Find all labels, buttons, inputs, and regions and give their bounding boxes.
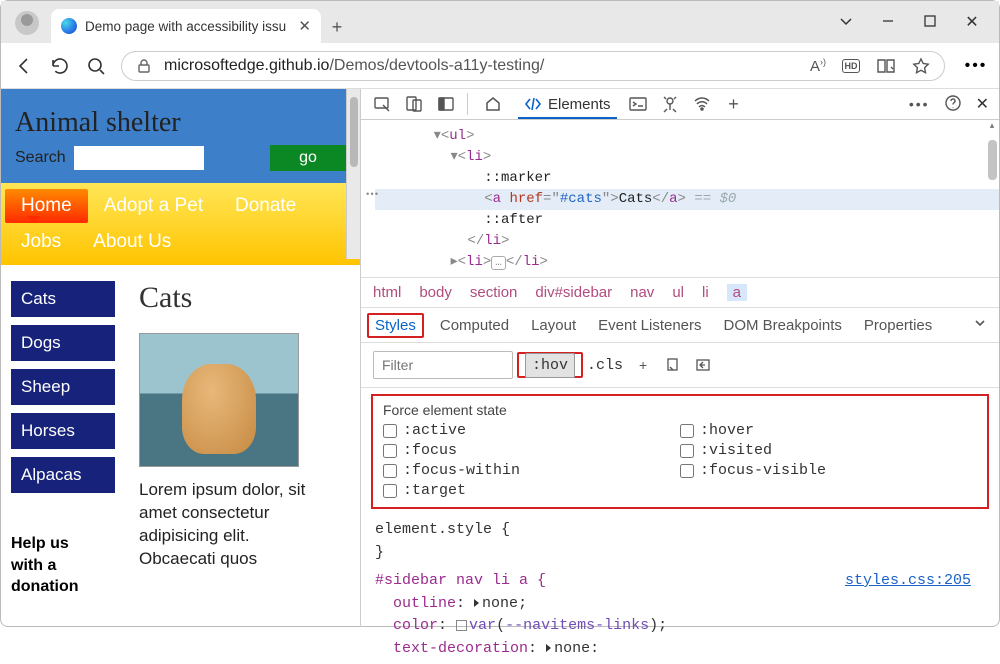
browser-tab[interactable]: Demo page with accessibility issu ✕ — [51, 9, 321, 43]
page-scrollbar[interactable] — [346, 89, 360, 259]
more-tabs-icon[interactable]: + — [723, 93, 745, 115]
chevron-down-icon[interactable] — [973, 316, 987, 334]
article-body: Lorem ipsum dolor, sit amet consectetur … — [139, 479, 309, 571]
tab-console[interactable] — [627, 93, 649, 115]
nav-jobs[interactable]: Jobs — [5, 225, 77, 259]
tab-network[interactable] — [691, 93, 713, 115]
url-text: microsoftedge.github.io/Demos/devtools-a… — [164, 57, 544, 75]
reader-icon[interactable]: A›) — [810, 57, 826, 75]
menu-icon[interactable]: ••• — [965, 55, 987, 77]
donation-callout: Help uswith adonation — [11, 533, 115, 598]
hd-icon[interactable]: HD — [842, 59, 860, 73]
tab-title: Demo page with accessibility issu — [85, 19, 286, 34]
breadcrumb[interactable]: htmlbodysectiondiv#sidebarnavullia — [361, 277, 999, 308]
devtools-pane: Elements + ••• ✕ ▴ ▾<ul> ▾<li> ::marker … — [361, 89, 999, 627]
styles-filter-input[interactable] — [373, 351, 513, 379]
window-minimize[interactable] — [867, 14, 909, 31]
sidebar-item-alpacas[interactable]: Alpacas — [11, 457, 115, 493]
copy-styles-icon[interactable] — [663, 355, 683, 375]
favorite-icon[interactable] — [912, 57, 930, 75]
sidebar: Cats Dogs Sheep Horses Alpacas Help uswi… — [11, 281, 115, 598]
tab-styles[interactable]: Styles — [373, 317, 418, 334]
sidebar-item-dogs[interactable]: Dogs — [11, 325, 115, 361]
nav-donate[interactable]: Donate — [219, 189, 312, 223]
hov-button[interactable]: :hov — [525, 353, 575, 378]
lock-icon — [136, 58, 152, 74]
search-icon[interactable] — [85, 55, 107, 77]
cls-button[interactable]: .cls — [587, 357, 623, 374]
edge-favicon — [61, 18, 77, 34]
nav-about[interactable]: About Us — [77, 225, 187, 259]
state-active[interactable]: :active — [383, 422, 680, 439]
tab-elements[interactable]: Elements — [518, 89, 617, 119]
search-input[interactable] — [74, 146, 204, 170]
sidebar-item-cats[interactable]: Cats — [11, 281, 115, 317]
cat-image — [139, 333, 299, 467]
sidebar-item-sheep[interactable]: Sheep — [11, 369, 115, 405]
state-focus-visible[interactable]: :focus-visible — [680, 462, 977, 479]
help-icon[interactable] — [944, 94, 962, 115]
tab-sources[interactable] — [659, 93, 681, 115]
dom-tree[interactable]: ▴ ▾<ul> ▾<li> ::marker <a href="#cats">C… — [361, 120, 999, 277]
devtools-more-icon[interactable]: ••• — [909, 96, 930, 112]
tabs-dropdown-icon[interactable] — [825, 13, 867, 32]
reading-list-icon[interactable] — [876, 58, 896, 74]
page-header: Animal shelter Search go — [1, 89, 360, 183]
back-icon[interactable] — [13, 55, 35, 77]
profile-avatar[interactable] — [15, 11, 39, 35]
dock-icon[interactable] — [435, 93, 457, 115]
force-state-panel: Force element state :active :hover :focu… — [371, 394, 989, 509]
state-target[interactable]: :target — [383, 482, 680, 499]
device-icon[interactable] — [403, 93, 425, 115]
close-tab-icon[interactable]: ✕ — [298, 17, 311, 35]
toolbar: microsoftedge.github.io/Demos/devtools-a… — [1, 43, 999, 89]
tab-event-listeners[interactable]: Event Listeners — [598, 317, 701, 334]
nav-home[interactable]: Home — [5, 189, 88, 223]
[interactable]: + — [633, 355, 653, 375]
styles-filter-row: :hov .cls + — [361, 343, 999, 388]
state-focus[interactable]: :focus — [383, 442, 680, 459]
window-close[interactable]: ✕ — [951, 12, 993, 32]
new-tab-button[interactable]: + — [321, 11, 353, 43]
state-hover[interactable]: :hover — [680, 422, 977, 439]
titlebar: Demo page with accessibility issu ✕ + ✕ — [1, 1, 999, 43]
tab-welcome[interactable] — [478, 89, 508, 119]
computed-toggle-icon[interactable] — [693, 355, 713, 375]
styles-tabbar: Styles Computed Layout Event Listeners D… — [361, 308, 999, 343]
force-state-title: Force element state — [383, 402, 977, 418]
state-visited[interactable]: :visited — [680, 442, 977, 459]
page-content-pane: Animal shelter Search go Home Adopt a Pe… — [1, 89, 361, 627]
sidebar-item-horses[interactable]: Horses — [11, 413, 115, 449]
refresh-icon[interactable] — [49, 55, 71, 77]
devtools-close-icon[interactable]: ✕ — [976, 94, 989, 114]
main-nav: Home Adopt a Pet Donate Jobs About Us — [1, 183, 360, 265]
inspect-icon[interactable] — [371, 93, 393, 115]
tab-dom-breakpoints[interactable]: DOM Breakpoints — [724, 317, 842, 334]
tab-properties[interactable]: Properties — [864, 317, 932, 334]
go-button[interactable]: go — [270, 145, 346, 171]
devtools-tabbar: Elements + ••• ✕ — [361, 89, 999, 120]
window-maximize[interactable] — [909, 14, 951, 31]
styles-rules[interactable]: element.style { } #sidebar nav li a {sty… — [361, 515, 999, 660]
source-link[interactable]: styles.css:205 — [845, 570, 971, 593]
article-heading: Cats — [139, 281, 309, 315]
nav-adopt[interactable]: Adopt a Pet — [88, 189, 219, 223]
tab-computed[interactable]: Computed — [440, 317, 509, 334]
search-label: Search — [15, 149, 66, 167]
address-bar[interactable]: microsoftedge.github.io/Demos/devtools-a… — [121, 51, 945, 81]
page-title: Animal shelter — [15, 107, 346, 139]
tab-layout[interactable]: Layout — [531, 317, 576, 334]
state-focus-within[interactable]: :focus-within — [383, 462, 680, 479]
